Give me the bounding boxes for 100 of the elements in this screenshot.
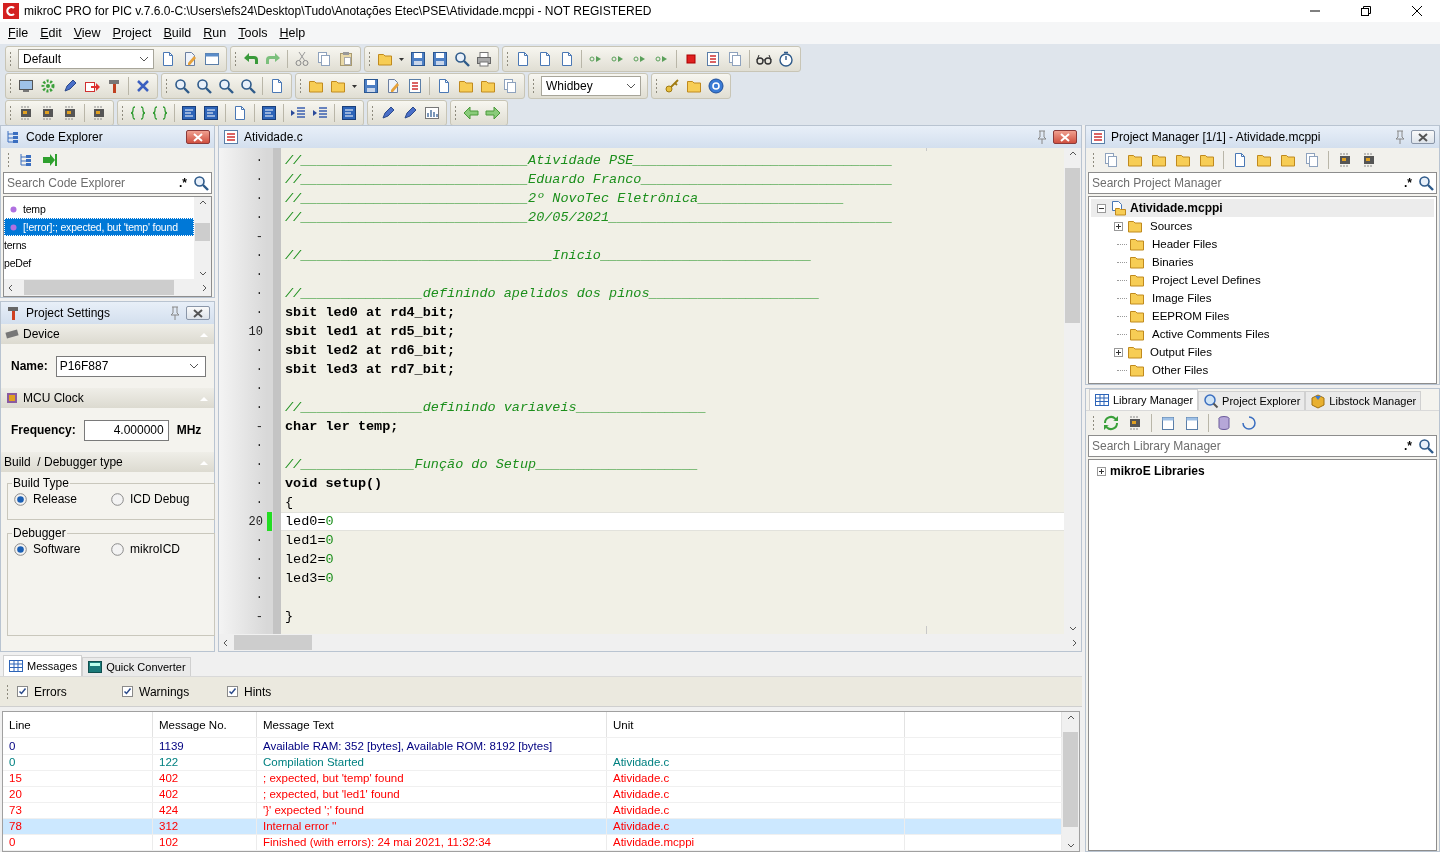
- radio-button[interactable]: [14, 492, 27, 506]
- section-header[interactable]: MCU Clock: [1, 388, 214, 408]
- section-header[interactable]: Build / Debugger type: [1, 452, 214, 472]
- checkbox[interactable]: [122, 686, 133, 697]
- menu-item[interactable]: Help: [273, 26, 312, 40]
- undo-icon[interactable]: [243, 51, 259, 67]
- close-button[interactable]: [186, 130, 210, 144]
- arrow-left-icon[interactable]: [463, 105, 479, 121]
- key-icon[interactable]: [664, 78, 680, 94]
- section-header[interactable]: Device: [1, 324, 214, 344]
- search-icon[interactable]: [174, 78, 190, 94]
- column-header[interactable]: Message Text: [257, 712, 607, 738]
- menu-item[interactable]: Project: [106, 26, 158, 40]
- column-header[interactable]: Unit: [607, 712, 905, 738]
- search-field[interactable]: Search Project Manager .*: [1088, 172, 1437, 194]
- stop-icon[interactable]: [683, 51, 699, 67]
- panel-tab[interactable]: Messages: [3, 655, 83, 676]
- radio-button[interactable]: [14, 542, 27, 556]
- cross-icon[interactable]: [135, 78, 151, 94]
- menu-item[interactable]: Run: [197, 26, 233, 40]
- regex-toggle[interactable]: .*: [179, 176, 187, 190]
- explorer-item[interactable]: terns: [4, 236, 194, 254]
- panel-tab[interactable]: Library Manager: [1089, 389, 1199, 410]
- close-button[interactable]: [186, 306, 210, 320]
- search-icon[interactable]: [454, 51, 470, 67]
- vertical-scrollbar[interactable]: [1064, 148, 1081, 634]
- floppy-icon[interactable]: [432, 51, 448, 67]
- filter-label[interactable]: Hints: [244, 684, 272, 699]
- pin-icon[interactable]: [1394, 130, 1406, 144]
- scrollbar-thumb[interactable]: [234, 635, 312, 650]
- panel-tab[interactable]: Project Explorer: [1198, 391, 1306, 410]
- document-icon[interactable]: [160, 51, 176, 67]
- tree-item[interactable]: Other Files: [1149, 364, 1209, 376]
- reload-icon[interactable]: [1241, 415, 1257, 431]
- scroll-down-icon[interactable]: [198, 271, 207, 276]
- database-icon[interactable]: [1217, 415, 1233, 431]
- scheme-dropdown[interactable]: Default: [18, 49, 154, 69]
- menu-item[interactable]: View: [67, 26, 107, 40]
- folder-icon[interactable]: [330, 78, 346, 94]
- document-icon[interactable]: [436, 78, 452, 94]
- calendar-icon[interactable]: [1184, 415, 1200, 431]
- monitor-icon[interactable]: [18, 78, 34, 94]
- document-icon[interactable]: [269, 78, 285, 94]
- vertical-scrollbar[interactable]: [194, 197, 211, 279]
- column-header[interactable]: Message No.: [153, 712, 257, 738]
- tree-item[interactable]: mikroE Libraries: [1110, 464, 1205, 478]
- hammer-icon[interactable]: [106, 78, 122, 94]
- indent-icon[interactable]: [312, 105, 328, 121]
- search-icon[interactable]: [1418, 175, 1434, 191]
- copy-icon[interactable]: [316, 51, 332, 67]
- copy-icon[interactable]: [1304, 152, 1320, 168]
- arrow-right-icon[interactable]: [485, 105, 501, 121]
- expand-icon[interactable]: [1114, 347, 1123, 357]
- search-icon[interactable]: [218, 78, 234, 94]
- folder-icon[interactable]: [377, 51, 393, 67]
- radio-label[interactable]: Release: [33, 492, 78, 506]
- search-icon[interactable]: [193, 175, 209, 191]
- window-icon[interactable]: [204, 51, 220, 67]
- menu-item[interactable]: Tools: [232, 26, 274, 40]
- filter-label[interactable]: Warnings: [139, 684, 190, 699]
- list-icon[interactable]: [407, 78, 423, 94]
- calendar-icon[interactable]: [1160, 415, 1176, 431]
- folder-icon[interactable]: [480, 78, 496, 94]
- pen-icon[interactable]: [402, 105, 418, 121]
- tree-item[interactable]: Output Files: [1147, 346, 1212, 358]
- device-dropdown[interactable]: P16F887: [55, 355, 206, 377]
- regex-toggle[interactable]: .*: [1404, 176, 1412, 190]
- chevron-icon[interactable]: [626, 83, 636, 89]
- radio-label[interactable]: ICD Debug: [130, 492, 190, 506]
- scroll-left-icon[interactable]: [223, 638, 228, 647]
- scroll-up-icon[interactable]: [1068, 151, 1077, 156]
- folder-icon[interactable]: [458, 78, 474, 94]
- floppy-icon[interactable]: [410, 51, 426, 67]
- horizontal-scrollbar[interactable]: [4, 279, 211, 296]
- pen-icon[interactable]: [380, 105, 396, 121]
- floppy-icon[interactable]: [363, 78, 379, 94]
- search-field[interactable]: Search Library Manager .*: [1088, 435, 1437, 457]
- copy-icon[interactable]: [1103, 152, 1119, 168]
- chevron-icon[interactable]: [139, 56, 149, 62]
- scroll-right-icon[interactable]: [1072, 638, 1077, 647]
- close-button[interactable]: [1411, 130, 1435, 144]
- search-icon[interactable]: [1418, 438, 1434, 454]
- explorer-item[interactable]: [!error]:; expected, but 'temp' found: [4, 218, 194, 236]
- filter-label[interactable]: Errors: [34, 684, 67, 699]
- tree-item[interactable]: EEPROM Files: [1149, 310, 1230, 322]
- pen-icon[interactable]: [62, 78, 78, 94]
- document-icon[interactable]: [559, 51, 575, 67]
- folder-icon[interactable]: [1199, 152, 1215, 168]
- scroll-down-icon[interactable]: [1066, 843, 1075, 848]
- folder-icon[interactable]: [1175, 152, 1191, 168]
- search-icon[interactable]: [196, 78, 212, 94]
- scissors-icon[interactable]: [294, 51, 310, 67]
- explorer-item[interactable]: temp: [4, 200, 194, 218]
- radio-label[interactable]: mikroICD: [130, 542, 180, 556]
- radio-button[interactable]: [111, 492, 124, 506]
- scroll-down-icon[interactable]: [1068, 626, 1077, 631]
- frequency-field[interactable]: 4.000000: [83, 419, 169, 441]
- close-icon[interactable]: [1417, 132, 1429, 142]
- block-icon[interactable]: [261, 105, 277, 121]
- copy-icon[interactable]: [727, 51, 743, 67]
